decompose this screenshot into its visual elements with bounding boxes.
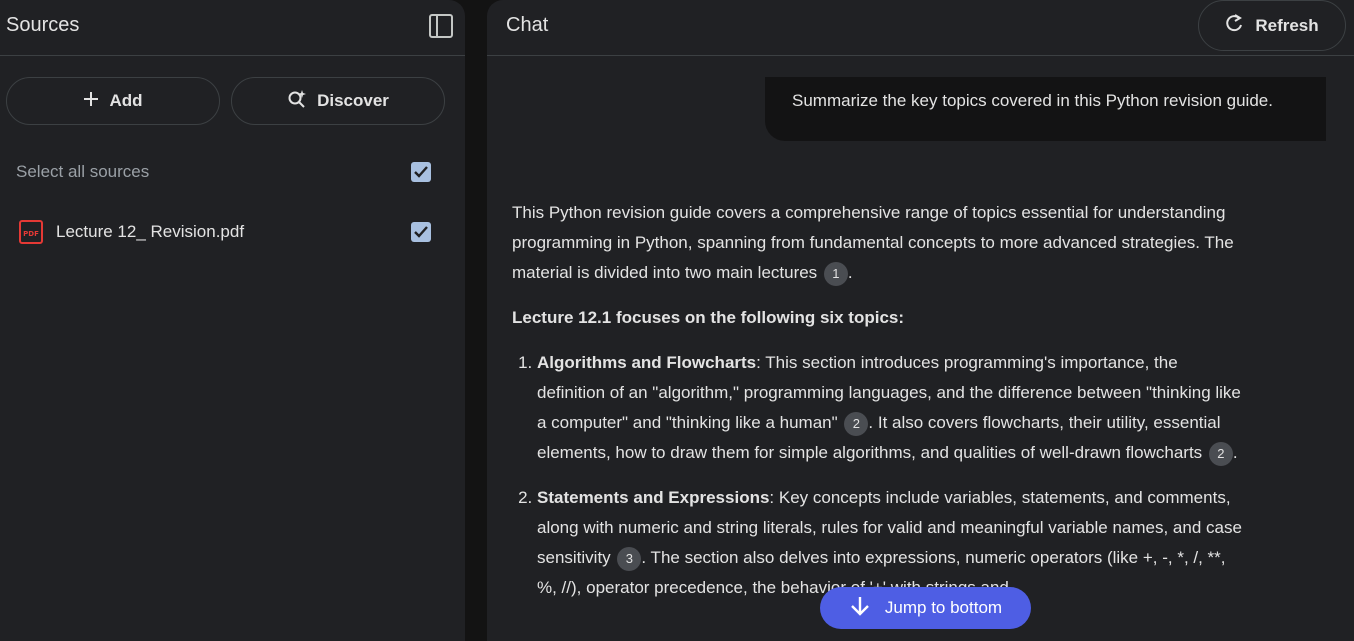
- plus-icon: [83, 91, 99, 112]
- arrow-down-icon: [849, 595, 871, 622]
- citation-chip[interactable]: 3: [617, 546, 642, 571]
- item-title: Algorithms and Flowcharts: [537, 353, 757, 372]
- chat-header: Chat Refresh: [487, 0, 1354, 56]
- source-name: Lecture 12_ Revision.pdf: [56, 222, 245, 241]
- list-item: Statements and Expressions: Key concepts…: [537, 483, 1242, 603]
- collapse-panel-icon[interactable]: [428, 13, 454, 39]
- jump-to-bottom-button[interactable]: Jump to bottom: [820, 587, 1031, 629]
- citation-chip[interactable]: 1: [823, 261, 848, 286]
- select-all-label: Select all sources: [16, 162, 150, 181]
- response-intro: This Python revision guide covers a comp…: [512, 198, 1242, 288]
- chat-title: Chat: [506, 14, 549, 36]
- chat-panel: Chat Refresh Summarize the key topics co…: [487, 0, 1354, 641]
- topic-list: Algorithms and Flowcharts: This section …: [512, 348, 1242, 603]
- item-text: .: [1232, 443, 1238, 462]
- refresh-label: Refresh: [1255, 15, 1319, 35]
- intro-text: This Python revision guide covers a comp…: [512, 203, 1234, 282]
- discover-label: Discover: [317, 91, 389, 110]
- refresh-icon: [1225, 13, 1245, 38]
- sources-panel: Sources Add Discover Select all sources: [0, 0, 465, 641]
- assistant-response: This Python revision guide covers a comp…: [512, 198, 1242, 618]
- list-item: Algorithms and Flowcharts: This section …: [537, 348, 1242, 468]
- add-label: Add: [109, 91, 143, 110]
- add-source-button[interactable]: Add: [6, 77, 220, 125]
- refresh-button[interactable]: Refresh: [1198, 0, 1346, 51]
- jump-label: Jump to bottom: [884, 598, 1003, 617]
- pdf-icon: PDF: [19, 220, 43, 244]
- svg-text:PDF: PDF: [23, 230, 39, 238]
- citation-chip[interactable]: 2: [844, 411, 869, 436]
- sources-header: Sources: [0, 0, 465, 56]
- section-heading: Lecture 12.1 focuses on the following si…: [512, 303, 1242, 333]
- citation-chip[interactable]: 2: [1208, 441, 1233, 466]
- section-heading-text: Lecture 12.1 focuses on the following si…: [512, 308, 905, 327]
- user-message: Summarize the key topics covered in this…: [765, 77, 1326, 141]
- item-title: Statements and Expressions: [537, 488, 770, 507]
- intro-end: .: [847, 263, 853, 282]
- select-all-checkbox[interactable]: [411, 162, 431, 182]
- sources-title: Sources: [6, 14, 80, 36]
- source-checkbox[interactable]: [411, 222, 431, 242]
- discover-button[interactable]: Discover: [231, 77, 445, 125]
- source-item[interactable]: PDF Lecture 12_ Revision.pdf: [0, 210, 465, 254]
- discover-sparkle-search-icon: [287, 89, 307, 114]
